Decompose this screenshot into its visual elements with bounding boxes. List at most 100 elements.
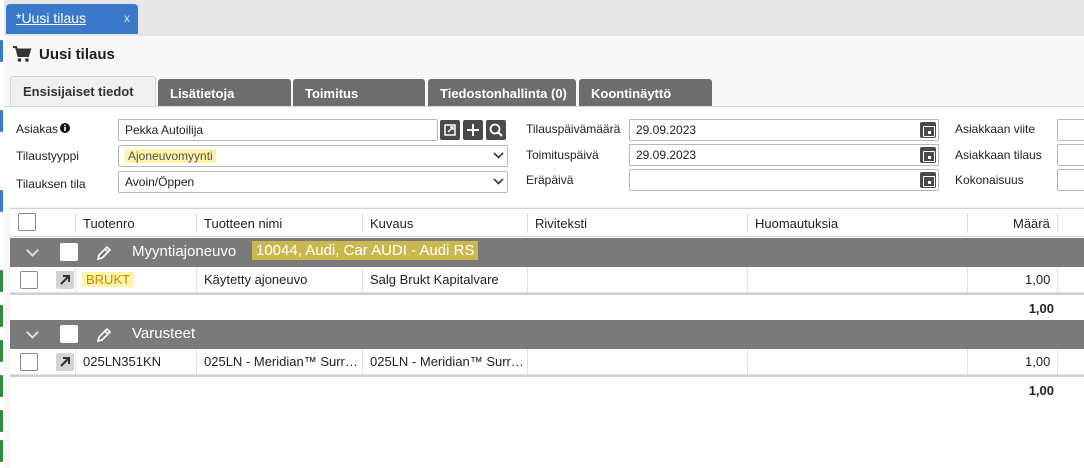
open-external-icon bbox=[444, 124, 456, 136]
table-row[interactable]: BRUKT Käytetty ajoneuvo Salg Brukt Kapit… bbox=[10, 267, 1084, 293]
select-all-checkbox[interactable] bbox=[18, 213, 36, 231]
column-divider bbox=[527, 213, 528, 233]
kokonaisuus-label: Kokonaisuus bbox=[955, 173, 1024, 187]
group-total-row: 1,00 bbox=[10, 293, 1084, 321]
order-lines-grid: Tuotenro Tuotteen nimi Kuvaus Riviteksti… bbox=[10, 208, 1084, 468]
toimituspaiva-field[interactable]: 29.09.2023 bbox=[629, 144, 939, 166]
cell-tuotenro: BRUKT bbox=[82, 272, 135, 287]
pencil-icon[interactable] bbox=[94, 243, 114, 263]
document-tab-uusi-tilaus[interactable]: *Uusi tilaus x bbox=[6, 4, 138, 34]
page-title: Uusi tilaus bbox=[39, 45, 115, 63]
calendar-icon[interactable] bbox=[920, 122, 936, 138]
tab-tiedostonhallinta[interactable]: Tiedostonhallinta (0) bbox=[428, 79, 576, 106]
group-total-value: 1,00 bbox=[1028, 301, 1054, 316]
cell-kuvaus: 025LN - Meridian™ Surr… bbox=[370, 354, 522, 369]
group-checkbox[interactable] bbox=[60, 325, 78, 343]
cell-divider bbox=[527, 267, 528, 293]
page-header: Uusi tilaus bbox=[12, 43, 115, 65]
column-maara[interactable]: Määrä bbox=[1013, 216, 1050, 231]
asiakkaan-viite-field[interactable] bbox=[1057, 119, 1084, 141]
tilaustyyppi-label: Tilaustyyppi bbox=[16, 149, 79, 163]
edge-marker bbox=[0, 375, 3, 397]
group-title: Varusteet bbox=[132, 325, 196, 342]
asiakas-label: Asiakas bbox=[16, 122, 59, 136]
column-riviteksti[interactable]: Riviteksti bbox=[535, 216, 587, 231]
column-tuotteen-nimi[interactable]: Tuotteen nimi bbox=[204, 216, 282, 231]
cell-divider bbox=[196, 349, 197, 375]
tilauspaivamaara-label: Tilauspäivämäärä bbox=[526, 122, 621, 136]
kokonaisuus-field[interactable] bbox=[1057, 169, 1084, 191]
open-customer-button[interactable] bbox=[440, 120, 460, 140]
column-tuotenro[interactable]: Tuotenro bbox=[83, 216, 135, 231]
open-row-button[interactable] bbox=[56, 353, 74, 371]
edge-marker bbox=[0, 110, 3, 132]
edge-marker bbox=[0, 340, 3, 362]
document-tab-label[interactable]: *Uusi tilaus bbox=[16, 10, 86, 26]
column-divider bbox=[1057, 213, 1058, 233]
group-total-value: 1,00 bbox=[1028, 383, 1054, 398]
group-total-row: 1,00 bbox=[10, 375, 1084, 403]
primary-info-form: Asiakas Pekka Autoilija Tilaustyyppi Ajo… bbox=[4, 106, 1084, 206]
search-icon bbox=[489, 123, 503, 137]
column-divider bbox=[75, 213, 76, 233]
cell-tuotenro: 025LN351KN bbox=[83, 354, 162, 369]
group-header-varusteet[interactable]: Varusteet bbox=[10, 320, 1084, 349]
cell-kuvaus: Salg Brukt Kapitalvare bbox=[370, 272, 499, 287]
tilauspaivamaara-field[interactable]: 29.09.2023 bbox=[629, 119, 939, 141]
chevron-down-icon bbox=[493, 148, 504, 159]
cell-tuotteen-nimi: Käytetty ajoneuvo bbox=[204, 272, 308, 287]
tab-ensisijaiset-tiedot[interactable]: Ensisijaiset tiedot bbox=[10, 76, 156, 107]
group-header-myyntiajoneuvo[interactable]: Myyntiajoneuvo 10044, Audi, Car AUDI - A… bbox=[10, 238, 1084, 267]
asiakkaan-viite-label: Asiakkaan viite bbox=[955, 122, 1036, 136]
cell-divider bbox=[362, 349, 363, 375]
close-tab-icon[interactable]: x bbox=[124, 11, 130, 25]
cart-icon bbox=[13, 46, 32, 62]
tilaustyyppi-select[interactable]: Ajoneuvomyynti bbox=[118, 145, 508, 167]
tilauksen-tila-value: Avoin/Öppen bbox=[125, 175, 195, 189]
edge-marker bbox=[0, 440, 3, 462]
pencil-icon[interactable] bbox=[94, 325, 114, 345]
asiakkaan-tilaus-field[interactable] bbox=[1057, 144, 1084, 166]
edge-marker bbox=[0, 305, 3, 327]
tilauksen-tila-select[interactable]: Avoin/Öppen bbox=[118, 171, 508, 193]
group-checkbox[interactable] bbox=[60, 243, 78, 261]
row-checkbox[interactable] bbox=[20, 353, 38, 371]
cell-divider bbox=[1057, 349, 1058, 375]
cell-divider bbox=[196, 267, 197, 293]
asiakkaan-tilaus-label: Asiakkaan tilaus bbox=[955, 148, 1042, 162]
cell-divider bbox=[527, 349, 528, 375]
tab-koontinaytto[interactable]: Koontinäyttö bbox=[579, 79, 712, 106]
chevron-down-icon[interactable] bbox=[26, 244, 39, 257]
asiakas-value: Pekka Autoilija bbox=[125, 123, 204, 137]
erapaiva-label: Eräpäivä bbox=[526, 173, 574, 187]
add-customer-button[interactable] bbox=[463, 120, 483, 140]
cell-divider bbox=[75, 349, 76, 375]
column-kuvaus[interactable]: Kuvaus bbox=[370, 216, 413, 231]
column-huomautuksia[interactable]: Huomautuksia bbox=[755, 216, 838, 231]
calendar-icon[interactable] bbox=[920, 172, 936, 188]
column-divider bbox=[747, 213, 748, 233]
table-row[interactable]: 025LN351KN 025LN - Meridian™ Surr… 025LN… bbox=[10, 349, 1084, 375]
cell-divider bbox=[967, 267, 968, 293]
cell-divider bbox=[747, 349, 748, 375]
chevron-down-icon[interactable] bbox=[26, 326, 39, 339]
row-checkbox[interactable] bbox=[20, 271, 38, 289]
tab-toimitus[interactable]: Toimitus bbox=[293, 79, 425, 106]
document-tab-bar: *Uusi tilaus x bbox=[4, 0, 1084, 36]
cell-tuotteen-nimi: 025LN - Meridian™ Surr… bbox=[204, 354, 356, 369]
calendar-icon[interactable] bbox=[920, 147, 936, 163]
column-divider bbox=[967, 213, 968, 233]
tab-lisatietoja[interactable]: Lisätietoja bbox=[158, 79, 291, 106]
order-page: Uusi tilaus Ensisijaiset tiedot Lisätiet… bbox=[4, 36, 1084, 468]
erapaiva-field[interactable] bbox=[629, 169, 939, 191]
search-customer-button[interactable] bbox=[486, 120, 506, 140]
toimituspaiva-label: Toimituspäivä bbox=[526, 148, 599, 162]
asiakas-field[interactable]: Pekka Autoilija bbox=[118, 119, 438, 141]
cell-maara: 1,00 bbox=[1025, 354, 1051, 369]
cell-divider bbox=[75, 267, 76, 293]
cell-divider bbox=[747, 267, 748, 293]
open-row-button[interactable] bbox=[56, 271, 74, 289]
column-divider bbox=[362, 213, 363, 233]
info-icon[interactable] bbox=[60, 123, 70, 133]
group-title: Myyntiajoneuvo bbox=[132, 243, 237, 260]
